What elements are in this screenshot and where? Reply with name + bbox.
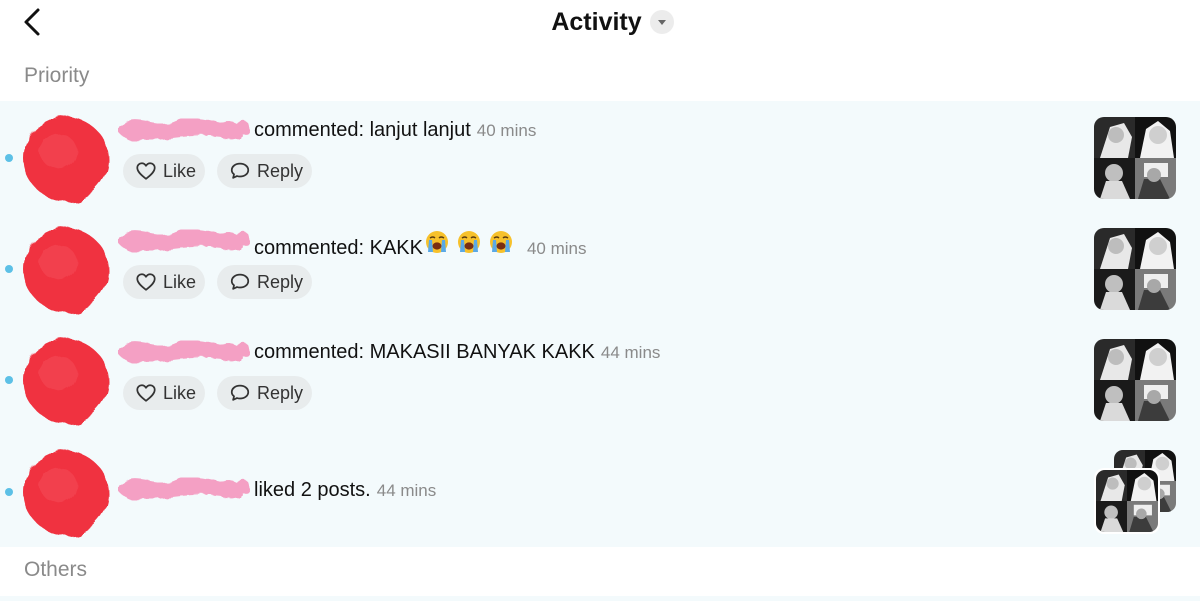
post-thumbnail [1096, 470, 1158, 532]
reply-label: Reply [257, 160, 304, 181]
page-title: Activity [551, 7, 642, 36]
activity-line: commented: MAKASII BANYAK KAKK 44 mins [254, 341, 660, 364]
timestamp: 44 mins [376, 481, 437, 500]
heart-icon [135, 382, 157, 404]
section-label-priority: Priority [24, 64, 90, 87]
title-container: Activity [0, 0, 1200, 44]
unread-indicator [5, 154, 13, 162]
avatar[interactable] [18, 445, 114, 541]
reply-button[interactable]: Reply [217, 265, 312, 299]
like-button[interactable]: Like [123, 154, 205, 188]
like-button[interactable]: Like [123, 376, 205, 410]
activity-line: commented: lanjut lanjut 40 mins [254, 119, 536, 142]
username-redacted[interactable] [118, 474, 250, 504]
username-redacted[interactable] [118, 226, 250, 256]
activity-text: commented: MAKASII BANYAK KAKK [254, 341, 595, 363]
avatar[interactable] [18, 111, 114, 207]
unread-indicator [5, 265, 13, 273]
like-label: Like [163, 271, 197, 292]
comment-bubble-icon [229, 160, 251, 182]
notification-item[interactable]: liked 2 posts. 44 mins [0, 434, 1200, 547]
activity-text: commented: KAKK [254, 237, 423, 259]
emoji-group [425, 230, 521, 254]
activity-line: liked 2 posts. 44 mins [254, 479, 436, 502]
like-label: Like [163, 382, 197, 403]
activity-filter-dropdown[interactable] [649, 10, 674, 34]
comment-bubble-icon [229, 382, 251, 404]
post-thumbnail[interactable] [1094, 228, 1176, 310]
loudly-crying-face-icon [425, 230, 449, 254]
reply-label: Reply [257, 382, 304, 403]
section-label-others: Others [24, 558, 88, 581]
timestamp: 40 mins [476, 121, 537, 140]
activity-line: commented: KAKK 40 mins [254, 230, 587, 260]
username-redacted[interactable] [118, 337, 250, 367]
reply-label: Reply [257, 271, 304, 292]
post-thumbnail[interactable] [1094, 117, 1176, 199]
notification-item[interactable]: commented: KAKK 40 mins Like Reply [0, 212, 1200, 323]
activity-text: commented: lanjut lanjut [254, 119, 471, 141]
back-button[interactable] [14, 4, 50, 40]
like-button[interactable]: Like [123, 265, 205, 299]
like-label: Like [163, 160, 197, 181]
post-thumbnail-stack[interactable] [1094, 450, 1178, 534]
notification-item[interactable]: commented: lanjut lanjut 40 mins Like Re… [0, 101, 1200, 212]
avatar[interactable] [18, 222, 114, 318]
username-redacted[interactable] [118, 115, 250, 145]
heart-icon [135, 160, 157, 182]
others-list [0, 596, 1200, 601]
unread-indicator [5, 376, 13, 384]
heart-icon [135, 271, 157, 293]
notification-item[interactable]: commented: MAKASII BANYAK KAKK 44 mins L… [0, 323, 1200, 434]
thumbnail-frame [1094, 468, 1160, 534]
comment-bubble-icon [229, 271, 251, 293]
timestamp: 40 mins [526, 239, 587, 258]
priority-list: commented: lanjut lanjut 40 mins Like Re… [0, 101, 1200, 547]
top-bar: Activity [0, 0, 1200, 44]
timestamp: 44 mins [600, 343, 661, 362]
caret-down-icon [657, 20, 666, 25]
loudly-crying-face-icon [457, 230, 481, 254]
reply-button[interactable]: Reply [217, 154, 312, 188]
post-thumbnail[interactable] [1094, 339, 1176, 421]
reply-button[interactable]: Reply [217, 376, 312, 410]
chevron-left-icon [24, 8, 40, 36]
avatar[interactable] [18, 333, 114, 429]
unread-indicator [5, 488, 13, 496]
activity-text: liked 2 posts. [254, 479, 371, 501]
loudly-crying-face-icon [489, 230, 513, 254]
